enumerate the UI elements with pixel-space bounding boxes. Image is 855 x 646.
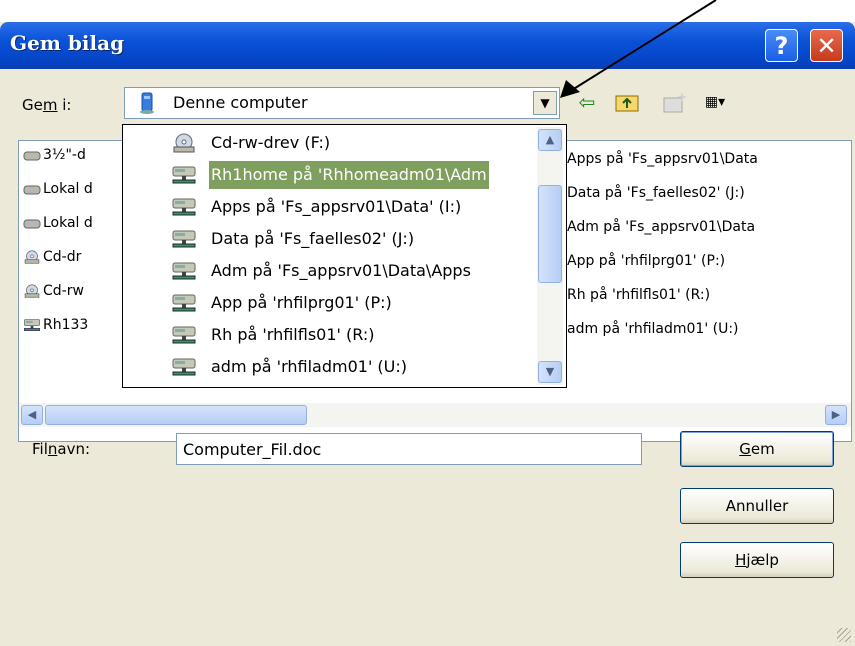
file-list-item[interactable]: Adm på 'Fs_appsrv01\Data xyxy=(567,219,755,235)
file-list-item[interactable]: Lokal d xyxy=(23,181,93,197)
vertical-scrollbar[interactable]: ▲ ▼ xyxy=(537,127,563,385)
close-button[interactable]: ✕ xyxy=(810,29,843,62)
lookin-label: Gem i: xyxy=(22,96,72,114)
help-button[interactable]: Hjælp xyxy=(680,542,834,578)
file-list-item-label: adm på 'rhfiladm01' (U:) xyxy=(567,321,739,337)
lookin-combobox[interactable]: Denne computer ▼ xyxy=(124,87,560,119)
network-drive-icon xyxy=(171,357,197,377)
hard-drive-icon xyxy=(23,182,41,196)
dropdown-item-label: App på 'rhfilprg01' (P:) xyxy=(211,293,392,312)
combo-dropdown-button[interactable]: ▼ xyxy=(533,91,557,115)
vertical-scroll-thumb[interactable] xyxy=(538,185,562,283)
file-list-item[interactable]: App på 'rhfilprg01' (P:) xyxy=(567,253,725,269)
resize-grip[interactable] xyxy=(837,628,851,642)
filename-label: Filnavn: xyxy=(32,440,91,458)
file-list-item[interactable]: Data på 'Fs_faelles02' (J:) xyxy=(567,185,745,201)
file-list-item-label: Cd-rw xyxy=(43,283,84,299)
file-list-item[interactable]: adm på 'rhfiladm01' (U:) xyxy=(567,321,739,337)
help-title-button[interactable]: ? xyxy=(765,29,798,62)
network-drive-icon xyxy=(23,318,41,332)
file-list-item-label: 3½"-d xyxy=(43,147,86,163)
network-drive-icon xyxy=(171,325,197,345)
horizontal-scroll-thumb[interactable] xyxy=(45,405,307,425)
file-list-item[interactable]: Cd-rw xyxy=(23,283,84,299)
network-drive-icon xyxy=(171,261,197,281)
cd-drive-icon xyxy=(23,250,41,264)
file-list-item[interactable]: Rh på 'rhfilfls01' (R:) xyxy=(567,287,710,303)
file-list-item-label: Lokal d xyxy=(43,215,93,231)
back-arrow-icon[interactable]: ⇦ xyxy=(572,88,602,116)
scroll-down-button[interactable]: ▼ xyxy=(538,361,562,383)
file-list-item-label: App på 'rhfilprg01' (P:) xyxy=(567,253,726,269)
cd-drive-icon xyxy=(23,284,41,298)
dropdown-item-label: Rh1home på 'Rhhomeadm01\Adm xyxy=(209,161,489,189)
network-drive-icon xyxy=(171,197,197,217)
scroll-up-button[interactable]: ▲ xyxy=(538,129,562,151)
dropdown-item-label: Adm på 'Fs_appsrv01\Data\Apps xyxy=(211,261,471,280)
up-folder-icon[interactable] xyxy=(612,88,642,116)
network-drive-icon xyxy=(171,229,197,249)
floppy-icon xyxy=(23,148,41,162)
filename-input[interactable] xyxy=(176,433,642,465)
file-list-item[interactable]: Rh133 xyxy=(23,317,88,333)
cd-drive-icon xyxy=(171,133,197,153)
save-dialog: Gem bilag ? ✕ Gem i: Denne computer ▼ ⇦ … xyxy=(0,22,855,646)
lookin-dropdown-list[interactable]: Cd-rw-drev (F:) Rh1home på 'Rhhomeadm01\A… xyxy=(122,124,567,388)
scroll-left-button[interactable]: ◀ xyxy=(21,405,43,425)
file-list-item[interactable]: 3½"-d xyxy=(23,147,86,163)
dropdown-item-label: adm på 'rhfiladm01' (U:) xyxy=(211,357,408,376)
file-list-item-label: Lokal d xyxy=(43,181,93,197)
file-list-item-label: Rh på 'rhfilfls01' (R:) xyxy=(567,287,711,303)
file-list-item-label: Data på 'Fs_faelles02' (J:) xyxy=(567,185,745,201)
file-list-item-label: Adm på 'Fs_appsrv01\Data xyxy=(567,219,756,235)
file-list-item-label: Cd-dr xyxy=(43,249,82,265)
network-drive-icon xyxy=(171,165,197,185)
window-title: Gem bilag xyxy=(10,31,125,55)
dropdown-item-label: Rh på 'rhfilfls01' (R:) xyxy=(211,325,375,344)
cancel-button[interactable]: Annuller xyxy=(680,488,834,524)
horizontal-scrollbar[interactable]: ◀ ▶ xyxy=(19,403,851,427)
dropdown-item-label: Apps på 'Fs_appsrv01\Data' (I:) xyxy=(211,197,462,216)
scroll-right-button[interactable]: ▶ xyxy=(825,405,847,425)
new-folder-icon[interactable] xyxy=(660,88,690,116)
lookin-value: Denne computer xyxy=(173,93,308,112)
save-button[interactable]: Gem xyxy=(680,431,834,467)
hard-drive-icon xyxy=(23,216,41,230)
file-list-item[interactable]: Lokal d xyxy=(23,215,93,231)
computer-icon xyxy=(140,92,154,114)
dropdown-item-label: Cd-rw-drev (F:) xyxy=(211,133,331,152)
network-drive-icon xyxy=(171,293,197,313)
file-list-item[interactable]: Apps på 'Fs_appsrv01\Data xyxy=(567,151,758,167)
file-list-item-label: Rh133 xyxy=(43,317,89,333)
view-menu-icon[interactable]: ▦▾ xyxy=(700,88,730,116)
file-list-item[interactable]: Cd-dr xyxy=(23,249,81,265)
dropdown-item-label: Data på 'Fs_faelles02' (J:) xyxy=(211,229,415,248)
file-list-item-label: Apps på 'Fs_appsrv01\Data xyxy=(567,151,758,167)
title-bar: Gem bilag ? ✕ xyxy=(0,22,855,69)
